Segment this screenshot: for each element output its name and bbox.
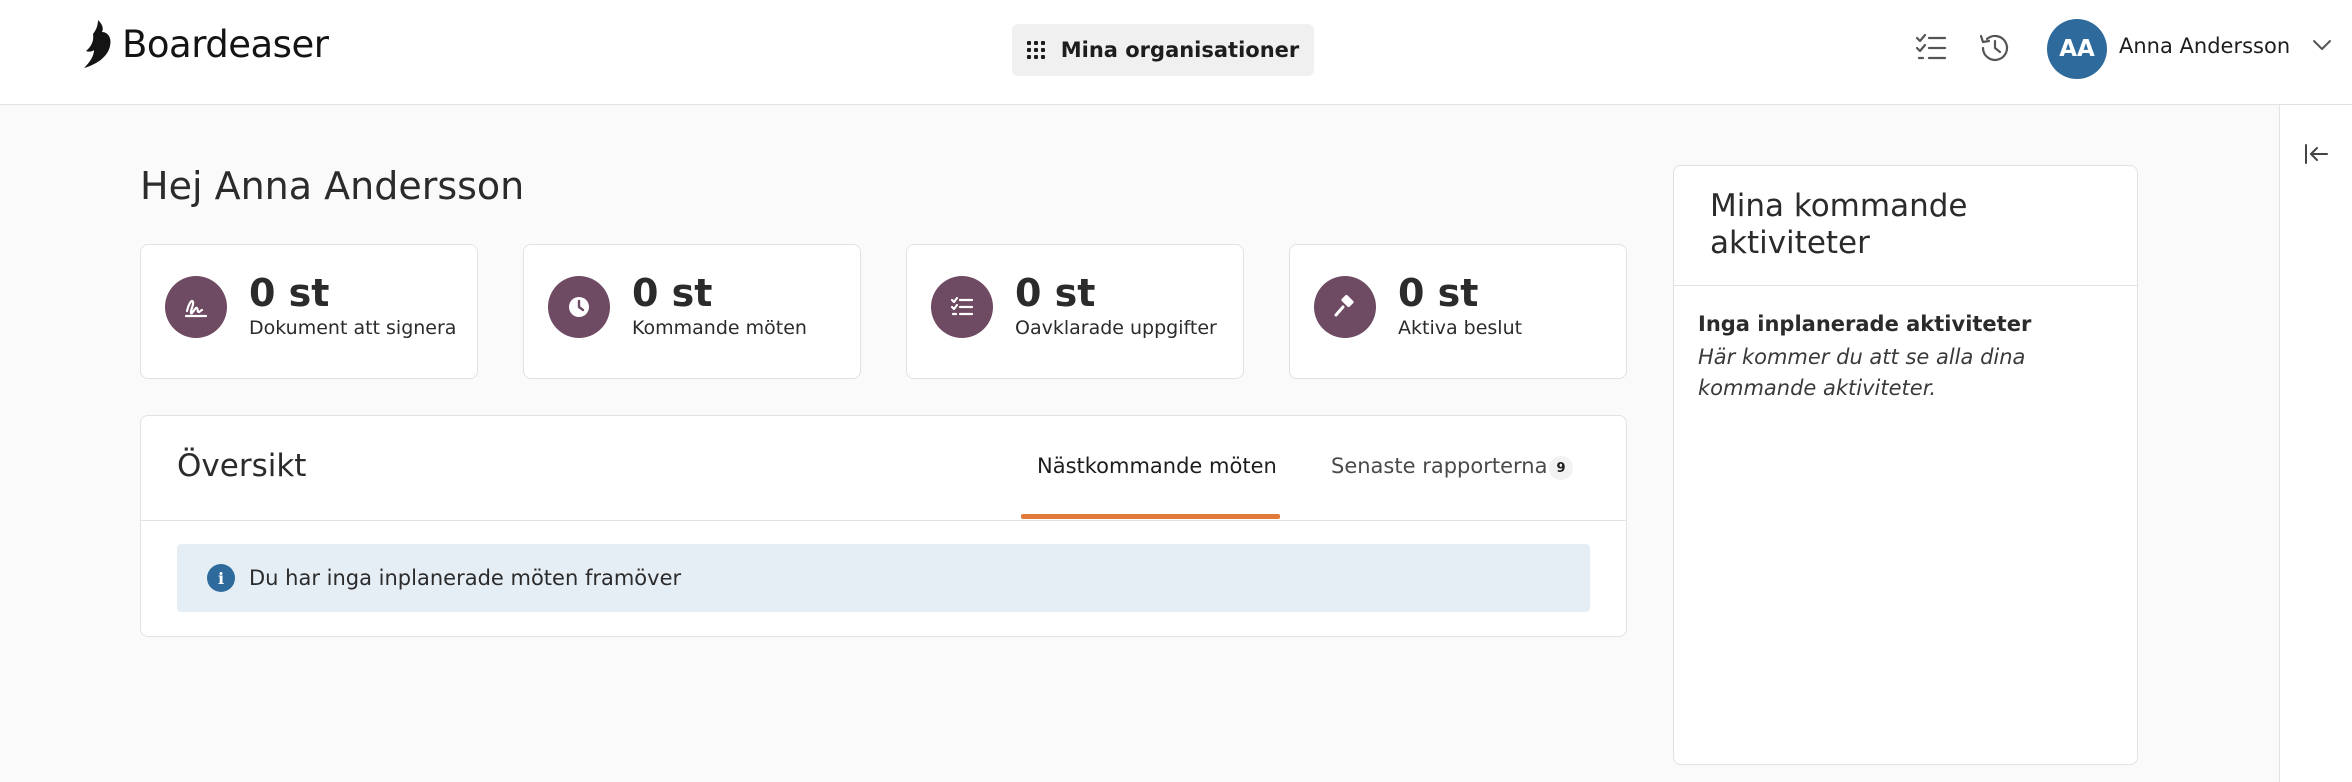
stat-card-documents-to-sign[interactable]: 0 st Dokument att signera (140, 244, 478, 379)
gavel-icon (1334, 294, 1354, 317)
checklist-icon[interactable] (1913, 30, 1949, 66)
chevron-down-icon[interactable] (2312, 38, 2332, 52)
my-organisations-label: Mina organisationer (1060, 38, 1300, 62)
clock-icon (569, 297, 589, 317)
info-alert: i Du har inga inplanerade möten framöver (177, 544, 1590, 612)
logo-mark-icon (84, 20, 111, 68)
activities-empty-title: Inga inplanerade aktiviteter (1698, 312, 2032, 336)
stat-label: Kommande möten (632, 317, 807, 339)
stat-icon-wrapper (1314, 276, 1376, 338)
stat-label: Dokument att signera (249, 317, 457, 339)
stat-label: Aktiva beslut (1398, 317, 1523, 339)
top-header: Boardeaser Mina organisationer AA Anna A… (0, 0, 2352, 105)
info-message: Du har inga inplanerade möten framöver (249, 566, 682, 590)
stat-icon-wrapper (165, 276, 227, 338)
tab-upcoming-meetings[interactable]: Nästkommande möten (1037, 454, 1277, 478)
signature-icon (184, 299, 208, 318)
stat-label: Oavklarade uppgifter (1015, 317, 1217, 339)
tab-latest-reports[interactable]: Senaste rapporterna (1331, 454, 1547, 478)
stat-card-active-decisions[interactable]: 0 st Aktiva beslut (1289, 244, 1627, 379)
stat-card-open-tasks[interactable]: 0 st Oavklarade uppgifter (906, 244, 1244, 379)
apps-grid-icon (1026, 41, 1045, 59)
user-avatar[interactable]: AA (2047, 19, 2107, 79)
brand-logo[interactable]: Boardeaser (78, 16, 329, 72)
upcoming-activities-panel: Mina kommande aktiviteter Inga inplanera… (1673, 165, 2138, 765)
stat-icon-wrapper (548, 276, 610, 338)
reports-count-badge: 9 (1549, 456, 1573, 480)
stat-value: 0 st (1015, 271, 1096, 315)
divider (141, 520, 1626, 521)
my-organisations-button[interactable]: Mina organisationer (1012, 24, 1314, 76)
overview-panel: Översikt Nästkommande möten Senaste rapp… (140, 415, 1627, 637)
right-side-rail (2279, 105, 2352, 782)
stat-value: 0 st (632, 271, 713, 315)
stat-value: 0 st (249, 271, 330, 315)
activities-title: Mina kommande aktiviteter (1710, 188, 1968, 261)
history-icon[interactable] (1977, 30, 2013, 66)
stat-value: 0 st (1398, 271, 1479, 315)
user-name[interactable]: Anna Andersson (2119, 34, 2290, 58)
activities-empty-description: Här kommer du att se alla dina kommande … (1698, 345, 2026, 400)
logo-text: Boardeaser (122, 22, 329, 66)
task-list-icon (950, 296, 974, 316)
page-greeting: Hej Anna Andersson (140, 164, 525, 208)
info-icon: i (207, 564, 235, 592)
stat-icon-wrapper (931, 276, 993, 338)
divider (1674, 285, 2137, 286)
overview-title: Översikt (177, 448, 307, 484)
active-tab-indicator (1021, 514, 1280, 519)
collapse-sidebar-icon[interactable] (2303, 142, 2329, 166)
stat-card-upcoming-meetings[interactable]: 0 st Kommande möten (523, 244, 861, 379)
